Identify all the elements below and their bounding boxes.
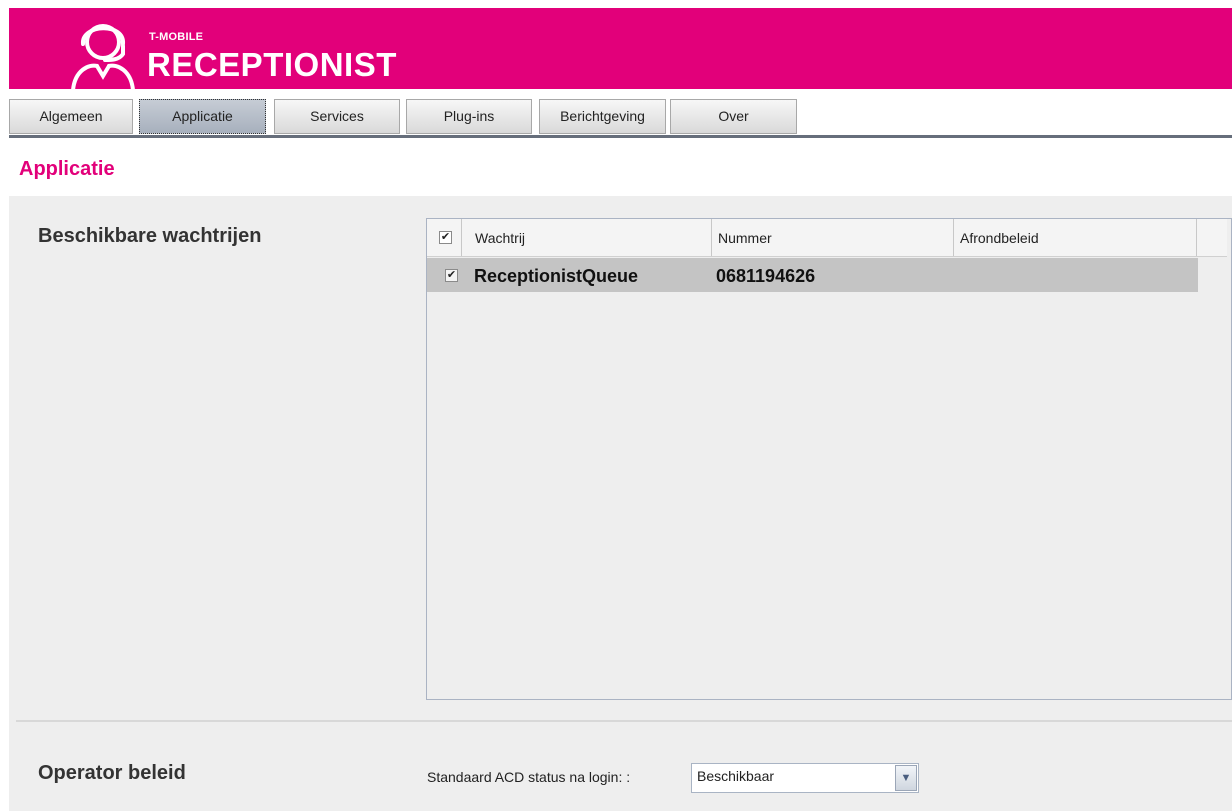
row-checkbox[interactable]: ✔	[445, 269, 458, 282]
queue-number-cell: 0681194626	[716, 266, 816, 286]
column-separator	[953, 219, 954, 256]
content-panel: Beschikbare wachtrijen ✔ Wachtrij Nummer…	[9, 196, 1232, 811]
tab-plug-ins[interactable]: Plug-ins	[406, 99, 532, 134]
tab-bar: Algemeen Applicatie Services Plug-ins Be…	[9, 97, 1232, 140]
operator-section-title: Operator beleid	[38, 762, 186, 784]
table-row[interactable]: ✔ ReceptionistQueue 0681194626	[427, 258, 1198, 292]
column-header-wachtrij[interactable]: Wachtrij	[475, 230, 525, 246]
column-separator	[461, 219, 462, 256]
acd-status-label: Standaard ACD status na login: :	[427, 769, 631, 785]
column-header-afrondbeleid[interactable]: Afrondbeleid	[960, 230, 1039, 246]
chevron-down-icon[interactable]: ▼	[895, 765, 917, 791]
tab-over[interactable]: Over	[670, 99, 797, 134]
column-separator	[711, 219, 712, 256]
acd-status-value: Beschikbaar	[697, 768, 775, 784]
page-title: Applicatie	[19, 158, 115, 180]
queues-section-title: Beschikbare wachtrijen	[38, 225, 262, 247]
tab-services[interactable]: Services	[274, 99, 400, 134]
table-header: ✔ Wachtrij Nummer Afrondbeleid	[427, 219, 1227, 257]
tab-applicatie[interactable]: Applicatie	[139, 99, 266, 134]
queue-table: ✔ Wachtrij Nummer Afrondbeleid ✔ Recepti…	[426, 218, 1232, 700]
tab-algemeen[interactable]: Algemeen	[9, 99, 133, 134]
column-separator	[1196, 219, 1197, 256]
acd-status-select[interactable]: Beschikbaar ▼	[691, 763, 919, 793]
tab-berichtgeving[interactable]: Berichtgeving	[539, 99, 666, 134]
select-all-checkbox[interactable]: ✔	[439, 231, 452, 244]
brand-title: RECEPTIONIST	[147, 46, 397, 83]
tab-bar-baseline	[9, 135, 1232, 138]
app-header: T-MOBILE RECEPTIONIST	[9, 8, 1232, 92]
column-header-nummer[interactable]: Nummer	[718, 230, 772, 246]
operator-headset-icon	[71, 24, 135, 92]
queue-name-cell: ReceptionistQueue	[474, 266, 639, 286]
section-divider	[16, 720, 1232, 722]
